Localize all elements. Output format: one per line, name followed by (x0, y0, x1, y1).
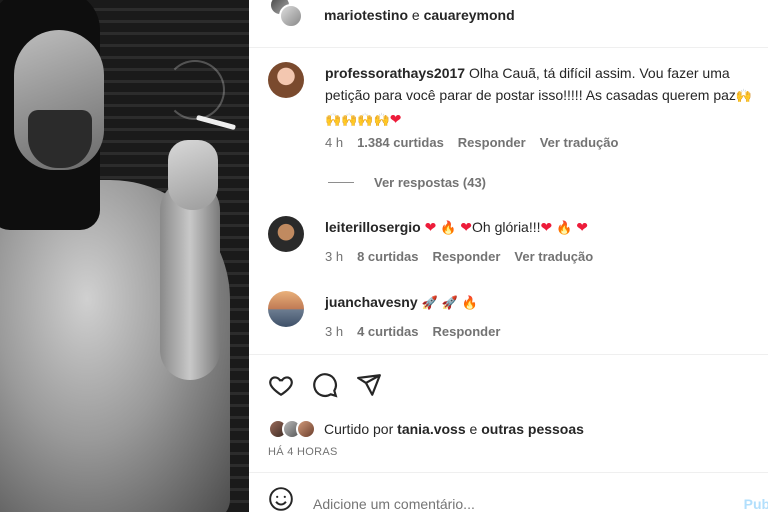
fire-emoji-icon: 🔥 (461, 296, 478, 311)
likes-conjunction: e (469, 421, 478, 437)
post-timestamp[interactable]: HÁ 4 HORAS (268, 446, 338, 458)
rocket-emoji-icon: 🚀 (421, 296, 438, 311)
raised-hands-icon: 🙌 (357, 113, 374, 128)
comment-content: Oh glória!!! (472, 219, 541, 235)
post-actions (268, 372, 382, 398)
comment-time: 3 h (325, 324, 344, 339)
comment-text: professorathays2017 Olha Cauã, tá difíci… (325, 62, 762, 132)
reply-button[interactable]: Responder (433, 324, 501, 339)
fire-emoji-icon: 🔥 (440, 221, 457, 236)
author-avatars[interactable] (269, 0, 309, 34)
comment-meta: 3 h 4 curtidas Responder (325, 324, 500, 339)
raised-hands-icon: 🙌 (735, 89, 753, 104)
heart-outline-icon[interactable] (268, 372, 294, 398)
heart-emoji-icon: ❤ (540, 220, 553, 236)
paper-plane-icon[interactable] (356, 372, 382, 398)
translate-button[interactable]: Ver tradução (540, 135, 619, 150)
comment-likes[interactable]: 4 curtidas (357, 324, 418, 339)
comment-text: leiterillosergio ❤ 🔥 ❤Oh glória!!!❤ 🔥 ❤ (325, 216, 762, 240)
post-header: mariotestino e cauareymond (249, 0, 768, 30)
comment-input[interactable] (313, 496, 693, 512)
divider (328, 182, 354, 183)
divider (249, 472, 768, 473)
post-button[interactable]: Publ (744, 496, 768, 512)
likes-prefix: Curtido por (324, 421, 394, 437)
reply-button[interactable]: Responder (433, 249, 501, 264)
fire-emoji-icon: 🔥 (556, 221, 573, 236)
heart-emoji-icon: ❤ (576, 220, 588, 236)
heart-emoji-icon: ❤ (424, 220, 437, 236)
raised-hands-icon: 🙌 (325, 113, 342, 128)
comment-likes[interactable]: 8 curtidas (357, 249, 418, 264)
likes-text: Curtido por tania.voss e outras pessoas (324, 421, 584, 437)
comment-username[interactable]: professorathays2017 (325, 65, 465, 81)
author-link[interactable]: cauareymond (424, 7, 515, 23)
comment-meta: 3 h 8 curtidas Responder Ver tradução (325, 249, 593, 264)
comment-bubble-icon[interactable] (312, 372, 338, 398)
rocket-emoji-icon: 🚀 (441, 296, 458, 311)
smiley-icon[interactable] (268, 486, 294, 512)
post-authors: mariotestino e cauareymond (324, 7, 515, 23)
comment-text: juanchavesny 🚀 🚀 🔥 (325, 291, 762, 315)
liker-link[interactable]: tania.voss (397, 421, 465, 437)
avatar[interactable] (268, 62, 304, 98)
view-replies-button[interactable]: Ver respostas (43) (328, 175, 486, 190)
comment-likes[interactable]: 1.384 curtidas (357, 135, 444, 150)
author-conjunction: e (411, 7, 420, 23)
heart-emoji-icon: ❤ (460, 220, 473, 236)
comment-time: 3 h (325, 249, 344, 264)
add-comment-row: Publ (268, 486, 768, 512)
avatar[interactable] (268, 291, 304, 327)
post-photo (0, 0, 249, 512)
comment-username[interactable]: juanchavesny (325, 294, 418, 310)
avatar[interactable] (296, 419, 316, 439)
comment-username[interactable]: leiterillosergio (325, 219, 421, 235)
heart-emoji-icon: ❤ (389, 112, 402, 128)
comment-time: 4 h (325, 135, 344, 150)
view-replies-label[interactable]: Ver respostas (43) (374, 175, 486, 190)
comment-meta: 4 h 1.384 curtidas Responder Ver traduçã… (325, 135, 618, 150)
others-link[interactable]: outras pessoas (481, 421, 584, 437)
divider (249, 47, 768, 48)
raised-hands-icon: 🙌 (373, 113, 390, 128)
avatar[interactable] (268, 216, 304, 252)
divider (249, 354, 768, 355)
reply-button[interactable]: Responder (458, 135, 526, 150)
likes-summary: Curtido por tania.voss e outras pessoas (268, 419, 584, 439)
author-link[interactable]: mariotestino (324, 7, 408, 23)
translate-button[interactable]: Ver tradução (514, 249, 593, 264)
comments-panel: mariotestino e cauareymond professoratha… (249, 0, 768, 512)
avatar[interactable] (279, 4, 303, 28)
raised-hands-icon: 🙌 (341, 113, 358, 128)
